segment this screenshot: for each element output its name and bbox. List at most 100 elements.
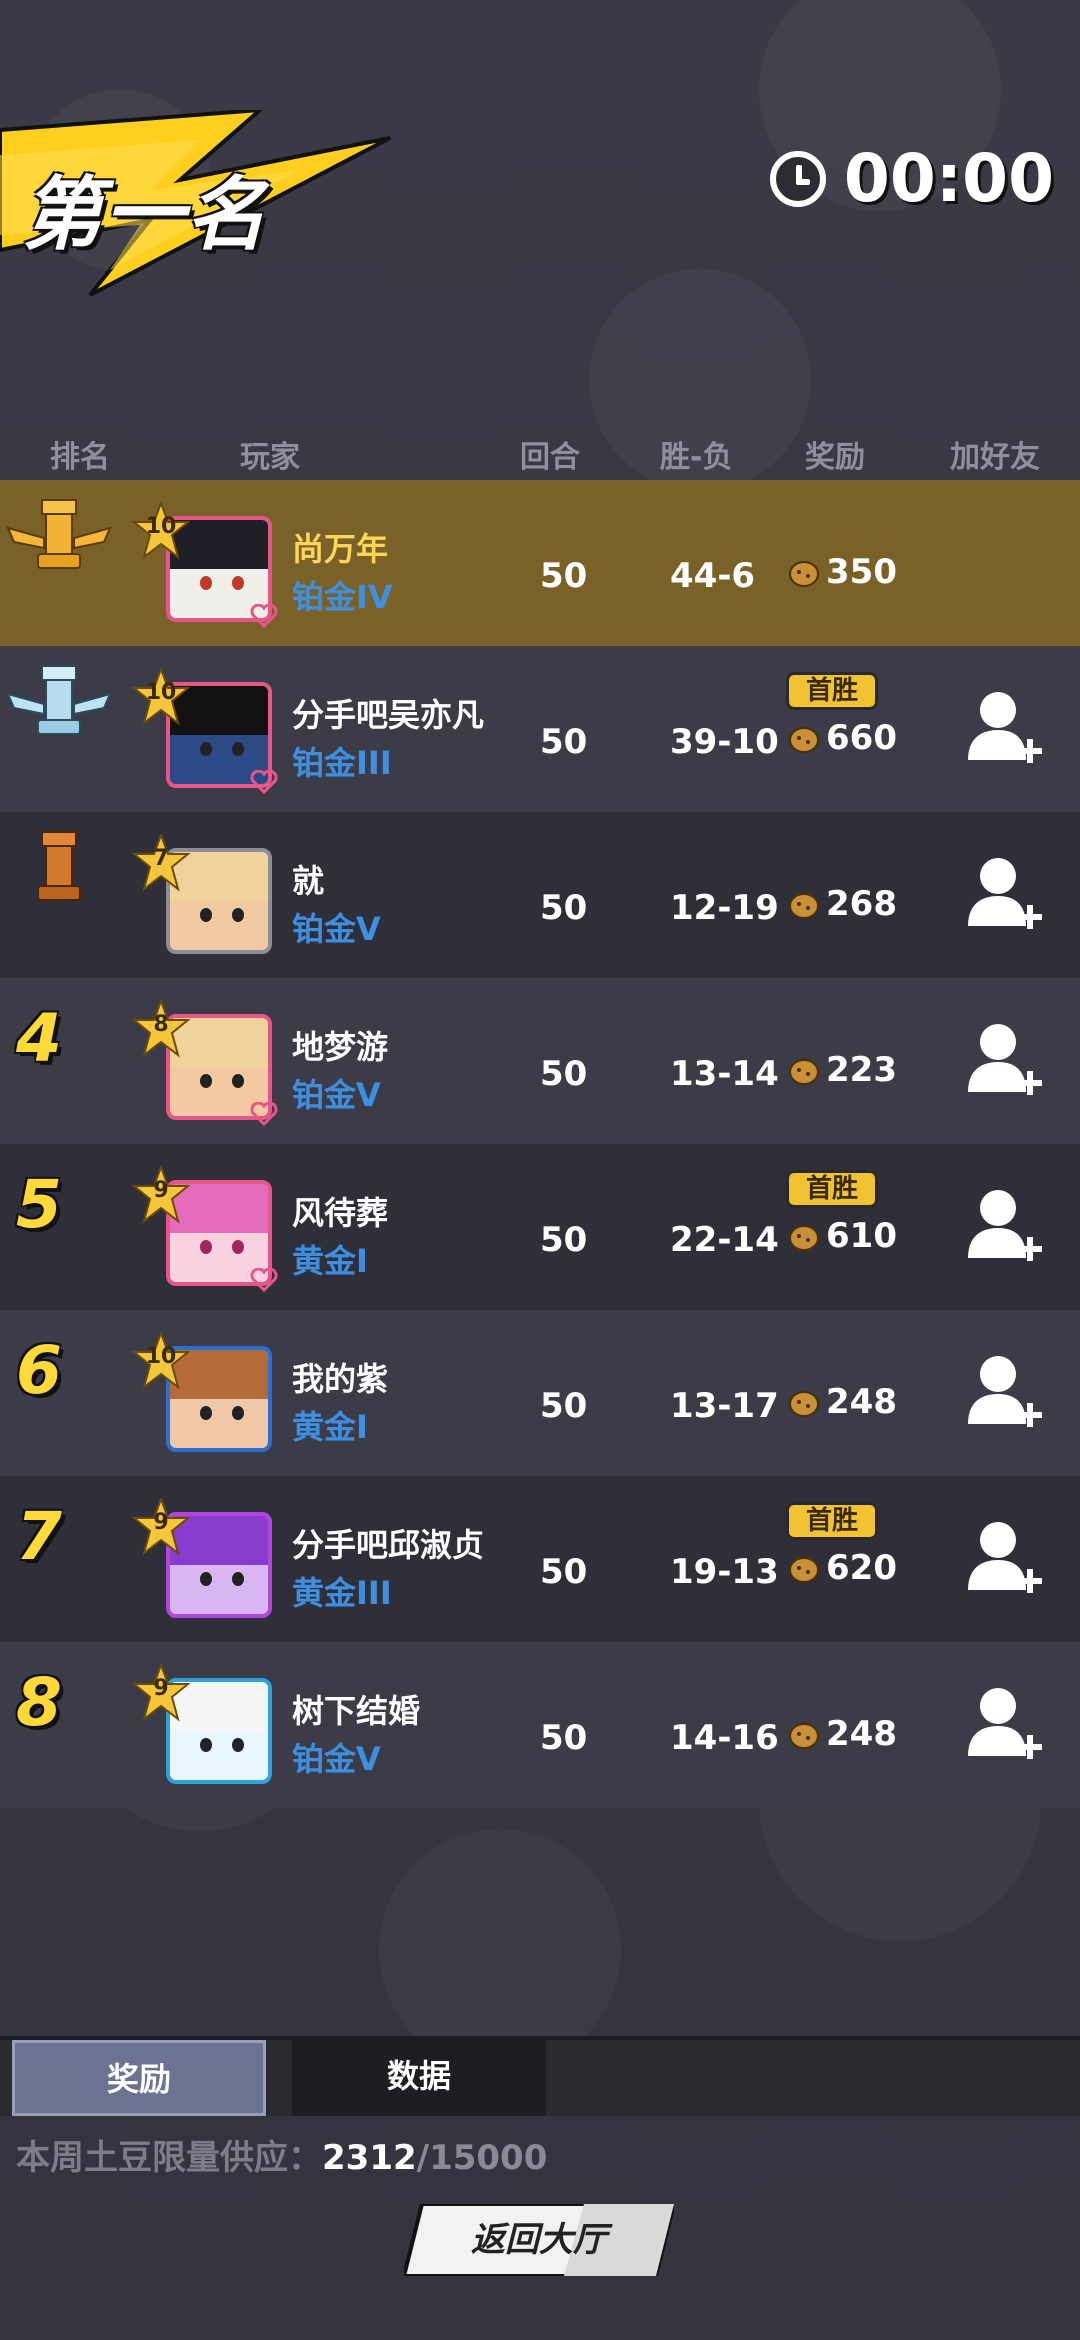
- potato-icon: [789, 727, 819, 753]
- potato-icon: [789, 561, 819, 587]
- player-tier: 黄金I: [292, 1242, 368, 1280]
- heart-icon: [250, 604, 278, 628]
- rank-number: 7: [16, 1498, 62, 1575]
- player-name: 就: [292, 862, 325, 900]
- reward: 620: [786, 1548, 897, 1588]
- player-name: 分手吧吴亦凡: [292, 696, 485, 734]
- player-tier: 黄金I: [292, 1408, 368, 1446]
- col-rank: 排名: [50, 440, 110, 475]
- potato-icon: [789, 1059, 819, 1085]
- return-lobby-label: 返回大厅: [471, 2220, 607, 2260]
- first-win-badge: 首胜: [786, 1502, 878, 1540]
- clock-icon: [769, 150, 826, 207]
- supply-current: 2312: [322, 2138, 417, 2178]
- table-row[interactable]: 10 分手吧吴亦凡 铂金III 50 39-10 首胜 660: [0, 646, 1080, 812]
- potato-icon: [789, 893, 819, 919]
- add-friend-icon[interactable]: [966, 1018, 1042, 1100]
- avatar[interactable]: 9: [132, 1498, 282, 1628]
- reward: 248: [786, 1714, 897, 1754]
- heart-icon: [250, 770, 278, 794]
- rank-number: 8: [16, 1664, 62, 1741]
- table-row[interactable]: 7 9 分手吧邱淑贞 黄金III 50 19-13 首胜 620: [0, 1476, 1080, 1642]
- win-loss-value: 13-14: [670, 1054, 779, 1094]
- reward: 223: [786, 1050, 897, 1090]
- win-loss-value: 22-14: [670, 1220, 779, 1260]
- avatar[interactable]: 10: [132, 1332, 282, 1462]
- rounds-value: 50: [540, 556, 588, 596]
- ranking-list: 10 尚万年 铂金IV 50 44-6 350 10 分手吧吴亦凡 铂金III …: [0, 480, 1080, 1808]
- supply-separator: /: [416, 2138, 430, 2178]
- tab-reward[interactable]: 奖励: [12, 2040, 266, 2116]
- player-name: 分手吧邱淑贞: [292, 1526, 485, 1564]
- reward: 610: [786, 1216, 897, 1256]
- add-friend-icon[interactable]: [966, 686, 1042, 768]
- col-reward: 奖励: [805, 440, 865, 475]
- table-row[interactable]: 6 10 我的紫 黄金I 50 13-17 248: [0, 1310, 1080, 1476]
- heart-icon: [250, 1102, 278, 1126]
- win-loss-value: 19-13: [670, 1552, 779, 1592]
- potato-icon: [789, 1723, 819, 1749]
- add-friend-icon[interactable]: [966, 1350, 1042, 1432]
- supply-max: 15000: [429, 2138, 548, 2178]
- reward: 248: [786, 1382, 897, 1422]
- player-name: 地梦游: [292, 1028, 389, 1066]
- avatar[interactable]: 9: [132, 1166, 282, 1296]
- win-loss-value: 13-17: [670, 1386, 779, 1426]
- silver-trophy-icon: [6, 665, 112, 735]
- rank-number: 5: [16, 1166, 62, 1243]
- potato-icon: [789, 1225, 819, 1251]
- column-header: 排名 玩家 回合 胜-负 奖励 加好友: [0, 432, 1080, 476]
- win-loss-value: 39-10: [670, 722, 779, 762]
- add-friend-icon[interactable]: [966, 1184, 1042, 1266]
- player-name: 尚万年: [292, 530, 389, 568]
- player-tier: 铂金IV: [292, 578, 393, 616]
- win-loss-value: 12-19: [670, 888, 779, 928]
- rounds-value: 50: [540, 1220, 588, 1260]
- table-row[interactable]: 5 9 风待葬 黄金I 50 22-14 首胜 610: [0, 1144, 1080, 1310]
- player-name: 我的紫: [292, 1360, 389, 1398]
- avatar[interactable]: 10: [132, 502, 282, 632]
- table-row[interactable]: 7 就 铂金V 50 12-19 268: [0, 812, 1080, 978]
- player-tier: 黄金III: [292, 1574, 392, 1612]
- table-row[interactable]: 4 8 地梦游 铂金V 50 13-14 223: [0, 978, 1080, 1144]
- col-rounds: 回合: [520, 440, 580, 475]
- tab-bar: 奖励 数据: [0, 2040, 1080, 2116]
- potato-icon: [789, 1391, 819, 1417]
- rounds-value: 50: [540, 888, 588, 928]
- bronze-trophy-icon: [37, 831, 81, 901]
- col-player: 玩家: [240, 440, 300, 475]
- add-friend-icon[interactable]: [966, 852, 1042, 934]
- avatar[interactable]: 9: [132, 1664, 282, 1794]
- reward: 660: [786, 718, 897, 758]
- avatar[interactable]: 7: [132, 834, 282, 964]
- player-tier: 铂金V: [292, 1076, 381, 1114]
- table-row[interactable]: 8 9 树下结婚 铂金V 50 14-16 248: [0, 1642, 1080, 1808]
- avatar[interactable]: 8: [132, 1000, 282, 1130]
- first-win-badge: 首胜: [786, 672, 878, 710]
- supply-label: 本周土豆限量供应：: [16, 2138, 322, 2178]
- rounds-value: 50: [540, 1054, 588, 1094]
- win-loss-value: 14-16: [670, 1718, 779, 1758]
- win-loss-value: 44-6: [670, 556, 756, 596]
- timer-value: 00:00: [843, 140, 1054, 217]
- rounds-value: 50: [540, 1386, 588, 1426]
- reward: 268: [786, 884, 897, 924]
- heart-icon: [250, 1268, 278, 1292]
- tab-data[interactable]: 数据: [292, 2040, 546, 2116]
- supply-info: 本周土豆限量供应：2312/15000: [16, 2130, 547, 2179]
- reward: 350: [786, 552, 897, 592]
- rank-number: 6: [16, 1332, 62, 1409]
- add-friend-icon[interactable]: [966, 1516, 1042, 1598]
- player-name: 风待葬: [292, 1194, 389, 1232]
- potato-icon: [789, 1557, 819, 1583]
- timer: 00:00: [769, 140, 1054, 217]
- add-friend-icon[interactable]: [966, 1682, 1042, 1764]
- avatar[interactable]: 10: [132, 668, 282, 798]
- player-tier: 铂金III: [292, 744, 392, 782]
- player-tier: 铂金V: [292, 910, 381, 948]
- rounds-value: 50: [540, 722, 588, 762]
- rounds-value: 50: [540, 1552, 588, 1592]
- rank-number: 4: [16, 1000, 62, 1077]
- page-title: 第一名: [22, 168, 268, 261]
- table-row[interactable]: 10 尚万年 铂金IV 50 44-6 350: [0, 480, 1080, 646]
